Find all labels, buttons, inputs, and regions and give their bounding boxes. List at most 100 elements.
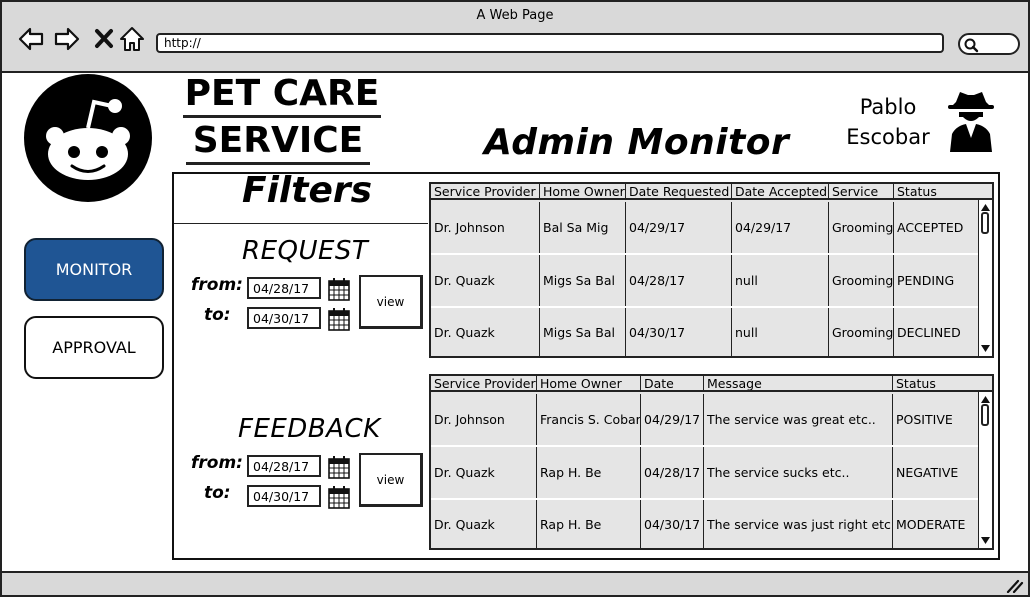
column-header[interactable]: Service Provider [431,376,537,390]
table-cell: Grooming [829,255,894,306]
user-name: Pablo Escobar [838,92,938,152]
column-header[interactable]: Status [894,184,992,198]
feedback-view-button[interactable]: view [359,453,423,507]
table-cell: ACCEPTED [897,220,964,235]
browser-statusbar [2,571,1028,595]
feedback-to-date-input[interactable]: 04/30/17 [247,485,321,507]
table-cell: 04/29/17 [732,202,829,253]
scroll-down-arrow-icon[interactable] [980,536,991,546]
scroll-up-arrow-icon[interactable] [980,394,991,404]
table-cell: Migs Sa Bal [540,308,626,356]
table-cell: MODERATE [896,516,966,532]
table-row[interactable]: Dr. Quazk Rap H. Be 04/30/17 The service… [431,500,992,548]
table-cell: 04/29/17 [626,202,732,253]
app-logo-icon [24,74,152,202]
feedback-to-calendar-icon[interactable] [328,485,350,509]
requests-table: Service Provider Home Owner Date Request… [429,182,994,358]
table-cell: 04/28/17 [626,255,732,306]
scroll-thumb[interactable] [981,404,989,426]
table-cell: Grooming [829,202,894,253]
back-arrow-icon[interactable] [18,26,44,52]
table-cell: Rap H. Be [537,500,641,548]
search-icon [964,38,979,53]
feedback-from-label: from: [191,453,243,473]
table-cell: 04/30/17 [641,500,704,548]
requests-table-header: Service Provider Home Owner Date Request… [431,184,992,200]
request-to-label: to: [204,305,231,325]
user-first-name: Pablo [859,95,917,119]
feedback-to-label: to: [204,483,231,503]
table-cell: Francis S. Cobar [537,394,641,445]
forward-arrow-icon[interactable] [54,26,80,52]
column-header[interactable]: Status [893,376,992,390]
spy-avatar-icon[interactable] [944,90,998,152]
table-cell: Dr. Quazk [431,447,537,498]
sidebar-item-approval[interactable]: APPROVAL [24,316,164,379]
table-cell: Bal Sa Mig [540,202,626,253]
table-row[interactable]: Dr. Johnson Francis S. Cobar 04/29/17 Th… [431,394,992,447]
column-header[interactable]: Date Accepted [732,184,829,198]
feedback-from-calendar-icon[interactable] [328,455,350,479]
column-header[interactable]: Date Requested [626,184,732,198]
table-cell: PENDING [897,273,955,288]
feedback-from-date-input[interactable]: 04/28/17 [247,455,321,477]
table-cell: null [732,308,829,356]
table-row[interactable]: Dr. Quazk Migs Sa Bal 04/30/17 null Groo… [431,308,992,356]
table-cell: Dr. Quazk [431,308,540,356]
column-header[interactable]: Service Provider [431,184,540,198]
column-header[interactable]: Date [641,376,704,390]
table-cell: Dr. Johnson [431,394,537,445]
request-from-label: from: [191,275,243,295]
browser-search-field[interactable] [958,33,1020,55]
table-cell: The service was just right etc.. [704,500,893,548]
app-title-line2: SERVICE [186,120,370,165]
sidebar-item-label: APPROVAL [52,338,136,357]
user-last-name: Escobar [846,125,930,149]
table-row[interactable]: Dr. Quazk Rap H. Be 04/28/17 The service… [431,447,992,500]
table-cell: Dr. Johnson [431,202,540,253]
table-cell: Grooming [829,308,894,356]
request-from-date-input[interactable]: 04/28/17 [247,277,321,299]
request-from-calendar-icon[interactable] [328,277,350,301]
table-cell: POSITIVE [896,412,953,427]
table-cell: Dr. Quazk [431,500,537,548]
table-cell: Dr. Quazk [431,255,540,306]
scroll-down-arrow-icon[interactable] [980,344,991,354]
scroll-thumb[interactable] [981,212,989,234]
request-section-title: REQUEST [242,236,369,266]
sidebar-item-label: MONITOR [55,260,133,279]
request-to-calendar-icon[interactable] [328,307,350,331]
url-input[interactable]: http:// [156,33,944,53]
filters-title: Filters [242,170,373,211]
table-cell: NEGATIVE [896,465,959,480]
app-title-line1: PET CARE [183,73,381,118]
table-row[interactable]: Dr. Quazk Migs Sa Bal 04/28/17 null Groo… [431,255,992,308]
column-header[interactable]: Home Owner [540,184,626,198]
table-cell: null [732,255,829,306]
feedback-table-scrollbar[interactable] [978,392,992,548]
resize-grip-icon[interactable] [1006,577,1024,593]
home-icon[interactable] [119,26,145,52]
request-to-date-input[interactable]: 04/30/17 [247,307,321,329]
table-cell: 04/28/17 [641,447,704,498]
scroll-up-arrow-icon[interactable] [980,202,991,212]
browser-titlebar: A Web Page http:// [2,2,1028,73]
close-icon[interactable] [92,26,118,52]
requests-table-scrollbar[interactable] [978,200,992,356]
column-header[interactable]: Service [829,184,894,198]
filters-divider [174,223,428,224]
feedback-table-header: Service Provider Home Owner Date Message… [431,376,992,392]
feedback-table: Service Provider Home Owner Date Message… [429,374,994,550]
table-cell: Rap H. Be [537,447,641,498]
column-header[interactable]: Message [704,376,893,390]
table-cell: Migs Sa Bal [540,255,626,306]
table-cell: 04/29/17 [641,394,704,445]
page-title: Admin Monitor [484,122,790,163]
sidebar-item-monitor[interactable]: MONITOR [24,238,164,301]
column-header[interactable]: Home Owner [537,376,641,390]
feedback-section-title: FEEDBACK [238,414,381,444]
window-title: A Web Page [476,8,554,23]
table-row[interactable]: Dr. Johnson Bal Sa Mig 04/29/17 04/29/17… [431,202,992,255]
table-cell: DECLINED [897,324,961,340]
request-view-button[interactable]: view [359,275,423,329]
